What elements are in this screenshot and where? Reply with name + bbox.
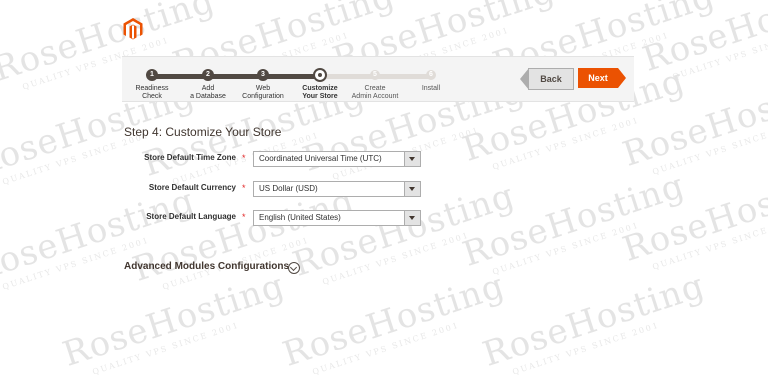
watermark-brand: RoseHosting (618, 65, 768, 175)
step-indicator-5: 5 (370, 70, 380, 80)
watermark: RoseHostingQUALITY VPS SINCE 2001 (128, 181, 362, 299)
required-marker: * (242, 153, 246, 163)
watermark: RoseHostingQUALITY VPS SINCE 2001 (618, 161, 768, 279)
watermark: RoseHostingQUALITY VPS SINCE 2001 (458, 166, 692, 284)
watermark-brand: RoseHosting (478, 265, 710, 375)
required-marker: * (242, 183, 246, 193)
watermark: RoseHostingQUALITY VPS SINCE 2001 (58, 266, 292, 383)
watermark: RoseHostingQUALITY VPS SINCE 2001 (478, 266, 712, 383)
watermark-tagline: QUALITY VPS SINCE 2001 (671, 25, 768, 82)
back-button[interactable]: Back (520, 68, 574, 90)
timezone-label: Store Default Time Zone (144, 153, 236, 162)
timezone-value: Coordinated Universal Time (UTC) (259, 154, 382, 163)
watermark-tagline: QUALITY VPS SINCE 2001 (1, 235, 151, 292)
magento-logo-icon (123, 18, 143, 40)
step-label-line: Install (421, 85, 441, 92)
language-label: Store Default Language (146, 212, 236, 221)
timezone-select[interactable]: Coordinated Universal Time (UTC) (253, 151, 421, 167)
watermark-brand: RoseHosting (278, 265, 510, 375)
watermark-tagline: QUALITY VPS SINCE 2001 (511, 320, 661, 377)
watermark-tagline: QUALITY VPS SINCE 2001 (91, 320, 241, 377)
chevron-down-icon[interactable] (404, 182, 420, 196)
step-indicator-4 (315, 70, 325, 80)
step-label-line: Admin Account (351, 93, 399, 100)
progress-track-completed (150, 74, 320, 79)
currency-select[interactable]: US Dollar (USD) (253, 181, 421, 197)
chevron-down-icon[interactable] (404, 211, 420, 225)
page-title: Step 4: Customize Your Store (124, 125, 282, 139)
watermark: RoseHostingQUALITY VPS SINCE 2001 (0, 181, 202, 299)
watermark-tagline: QUALITY VPS SINCE 2001 (491, 220, 641, 277)
watermark-tagline: QUALITY VPS SINCE 2001 (331, 125, 481, 182)
required-marker: * (242, 212, 246, 222)
step-label-6: Install (396, 85, 466, 93)
currency-label: Store Default Currency (148, 183, 236, 192)
watermark-tagline: QUALITY VPS SINCE 2001 (491, 115, 641, 172)
next-button[interactable]: Next (578, 68, 626, 88)
watermark-brand: RoseHosting (0, 180, 200, 290)
step-indicator-3: 3 (258, 70, 268, 80)
watermark: RoseHostingQUALITY VPS SINCE 2001 (278, 266, 512, 383)
watermark-tagline: QUALITY VPS SINCE 2001 (161, 235, 311, 292)
watermark: RoseHostingQUALITY VPS SINCE 2001 (618, 66, 768, 184)
language-value: English (United States) (259, 213, 341, 222)
watermark-tagline: QUALITY VPS SINCE 2001 (311, 320, 461, 377)
language-select[interactable]: English (United States) (253, 210, 421, 226)
step-indicator-6: 6 (426, 70, 436, 80)
watermark: RoseHostingQUALITY VPS SINCE 2001 (638, 0, 768, 88)
watermark-brand: RoseHosting (638, 0, 768, 80)
currency-value: US Dollar (USD) (259, 184, 318, 193)
chevron-down-icon[interactable] (404, 152, 420, 166)
watermark-brand: RoseHosting (618, 160, 768, 270)
chevron-down-circle-icon[interactable] (288, 262, 300, 274)
watermark-tagline: QUALITY VPS SINCE 2001 (651, 215, 768, 272)
watermark-tagline: QUALITY VPS SINCE 2001 (651, 120, 768, 177)
advanced-modules-toggle[interactable]: Advanced Modules Configurations (124, 261, 289, 272)
step-indicator-1: 1 (147, 70, 157, 80)
step-indicator-2: 2 (203, 70, 213, 80)
watermark-brand: RoseHosting (458, 165, 690, 275)
watermark-brand: RoseHosting (58, 265, 290, 375)
